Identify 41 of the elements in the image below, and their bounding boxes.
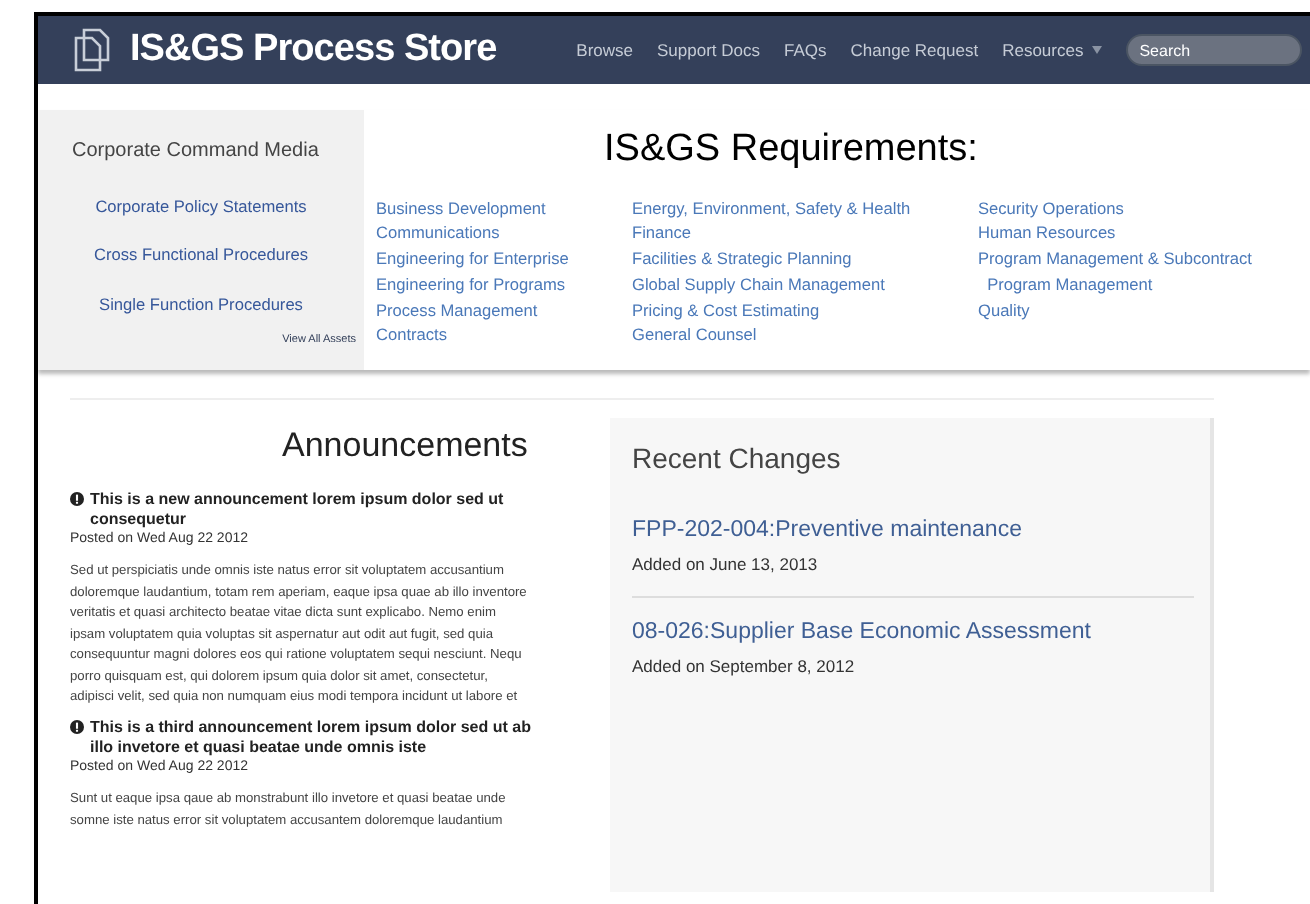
requirement-link[interactable]: Engineering for Programs [376, 271, 632, 298]
alert-icon [70, 719, 84, 733]
sidebar-link[interactable]: Corporate Policy Statements [95, 194, 307, 219]
sidebar-title: Corporate Command Media [72, 138, 319, 166]
requirement-link[interactable]: Program Management & Subcontract [978, 246, 1252, 272]
requirement-link[interactable]: Contracts [376, 322, 632, 349]
requirements-title: IS&GS Requirements: [604, 126, 980, 174]
brand-title[interactable]: IS&GS Process Store [130, 21, 497, 79]
sidebar-link[interactable]: Cross Functional Procedures [94, 242, 308, 268]
requirement-link[interactable]: Human Resources [978, 220, 1252, 247]
announcement-title: This is a new announcement lorem ipsum dolor sed ut consequetur [90, 489, 506, 529]
requirement-link[interactable]: Process Management [376, 297, 632, 323]
requirement-link[interactable]: Business Development [376, 195, 632, 221]
requirement-link[interactable]: Program Management [978, 271, 1252, 298]
requirement-link[interactable]: General Counsel [632, 322, 978, 349]
change-link[interactable]: FPP-202-004:Preventive maintenance [632, 514, 1194, 549]
announcements-heading: Announcements [282, 424, 530, 468]
nav-link[interactable]: Change Request [850, 37, 979, 63]
nav-link[interactable]: FAQs [784, 37, 827, 63]
requirement-link[interactable]: Global Supply Chain Management [632, 271, 978, 298]
announcement-title: This is a third announcement lorem ipsum dolor sed ut ab illo invetore et quasi beatae unde omnis iste [90, 717, 533, 757]
requirement-link[interactable]: Energy, Environment, Safety & Health [632, 195, 978, 221]
requirement-link[interactable]: Pricing & Cost Estimating [632, 297, 978, 323]
alert-icon [70, 491, 84, 505]
requirement-link[interactable]: Engineering for Enterprise [376, 246, 632, 272]
requirement-link[interactable]: Facilities & Strategic Planning [632, 246, 978, 272]
change-link[interactable]: 08-026:Supplier Base Economic Assessment [632, 616, 1188, 651]
added-date: Added on September 8, 2012 [632, 654, 857, 680]
sidebar-link[interactable]: Single Function Procedures [99, 291, 303, 317]
added-date: Added on June 13, 2013 [632, 552, 820, 578]
requirement-link[interactable]: Finance [632, 220, 978, 247]
nav-link[interactable]: Browse [576, 37, 634, 63]
caret-icon [1091, 46, 1102, 54]
requirement-link[interactable]: Communications [376, 220, 632, 247]
requirement-link[interactable]: Security Operations [978, 195, 1252, 221]
recent-changes-heading: Recent Changes [632, 440, 843, 478]
search-field[interactable]: Search [1125, 34, 1302, 66]
nav-link[interactable]: Resources [1002, 37, 1102, 63]
requirement-link[interactable]: Quality [978, 297, 1252, 323]
documents-icon [74, 28, 110, 72]
nav-link[interactable]: Support Docs [657, 37, 761, 63]
